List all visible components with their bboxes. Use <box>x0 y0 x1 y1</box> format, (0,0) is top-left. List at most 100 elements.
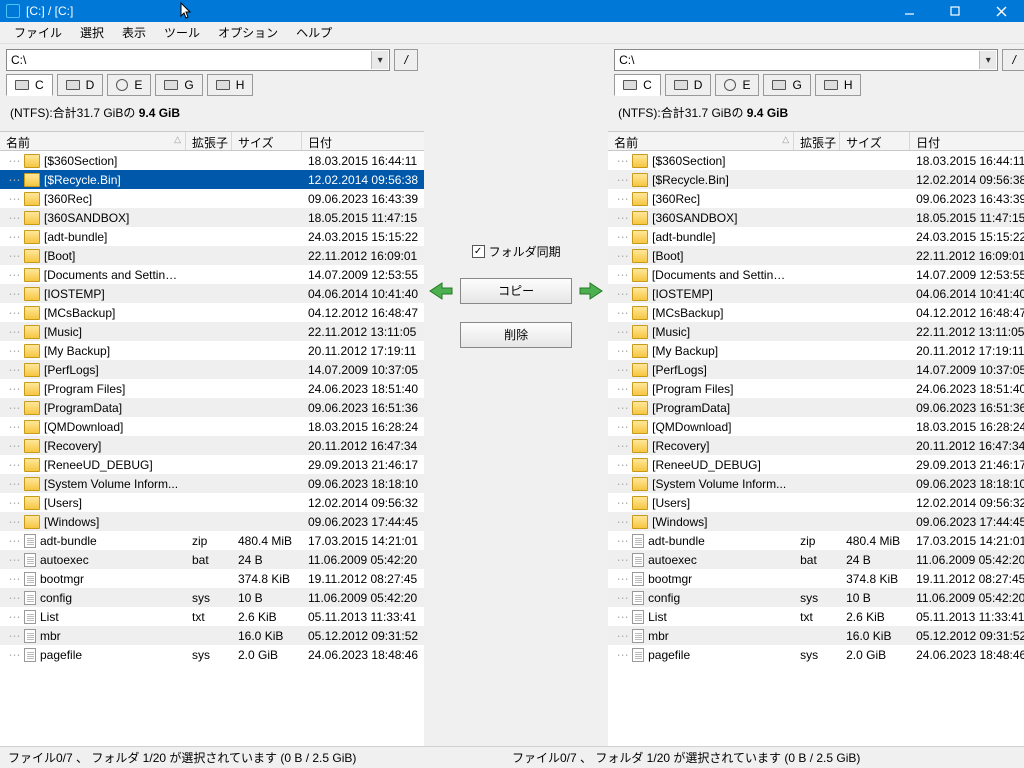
list-row[interactable]: ⋯ [Windows] 09.06.2023 17:44:45 <box>608 512 1024 531</box>
list-row[interactable]: ⋯ bootmgr 374.8 KiB 19.11.2012 08:27:45 <box>0 569 424 588</box>
list-row[interactable]: ⋯ pagefile sys 2.0 GiB 24.06.2023 18:48:… <box>0 645 424 664</box>
list-row[interactable]: ⋯ mbr 16.0 KiB 05.12.2012 09:31:52 <box>0 626 424 645</box>
list-row[interactable]: ⋯ List txt 2.6 KiB 05.11.2013 11:33:41 <box>0 607 424 626</box>
dropdown-icon[interactable]: ▾ <box>979 51 996 69</box>
list-row[interactable]: ⋯ [System Volume Inform... 09.06.2023 18… <box>608 474 1024 493</box>
col-name[interactable]: 名前△ <box>0 132 186 150</box>
list-row[interactable]: ⋯ [My Backup] 20.11.2012 17:19:11 <box>0 341 424 360</box>
list-row[interactable]: ⋯ [My Backup] 20.11.2012 17:19:11 <box>608 341 1024 360</box>
left-drive-tab-g[interactable]: G <box>155 74 202 96</box>
checkbox-icon[interactable]: ✓ <box>472 245 485 258</box>
list-row[interactable]: ⋯ adt-bundle zip 480.4 MiB 17.03.2015 14… <box>0 531 424 550</box>
list-row[interactable]: ⋯ config sys 10 B 11.06.2009 05:42:20 <box>608 588 1024 607</box>
list-row[interactable]: ⋯ [$360Section] 18.03.2015 16:44:11 <box>608 151 1024 170</box>
minimize-button[interactable] <box>886 0 932 22</box>
list-row[interactable]: ⋯ [Boot] 22.11.2012 16:09:01 <box>608 246 1024 265</box>
left-drive-tab-d[interactable]: D <box>57 74 104 96</box>
left-drive-tab-c[interactable]: C <box>6 74 53 96</box>
menu-help[interactable]: ヘルプ <box>288 22 340 43</box>
list-row[interactable]: ⋯ [360SANDBOX] 18.05.2015 11:47:15 <box>608 208 1024 227</box>
right-drive-tab-c[interactable]: C <box>614 74 661 96</box>
col-ext[interactable]: 拡張子 <box>794 132 840 150</box>
list-row[interactable]: ⋯ pagefile sys 2.0 GiB 24.06.2023 18:48:… <box>608 645 1024 664</box>
list-row[interactable]: ⋯ [Program Files] 24.06.2023 18:51:40 <box>0 379 424 398</box>
list-row[interactable]: ⋯ [360SANDBOX] 18.05.2015 11:47:15 <box>0 208 424 227</box>
folder-sync-row[interactable]: ✓ フォルダ同期 <box>472 243 561 260</box>
tree-connector-icon: ⋯ <box>614 648 630 662</box>
list-row[interactable]: ⋯ [ProgramData] 09.06.2023 16:51:36 <box>0 398 424 417</box>
left-drive-tab-e[interactable]: E <box>107 74 151 96</box>
right-path-options-button[interactable]: / <box>1002 49 1024 71</box>
list-row[interactable]: ⋯ List txt 2.6 KiB 05.11.2013 11:33:41 <box>608 607 1024 626</box>
col-date[interactable]: 日付 <box>910 132 1024 150</box>
list-row[interactable]: ⋯ [360Rec] 09.06.2023 16:43:39 <box>0 189 424 208</box>
list-row[interactable]: ⋯ [MCsBackup] 04.12.2012 16:48:47 <box>0 303 424 322</box>
list-row[interactable]: ⋯ [adt-bundle] 24.03.2015 15:15:22 <box>0 227 424 246</box>
arrow-right-icon[interactable] <box>578 281 604 301</box>
right-drive-tab-e[interactable]: E <box>715 74 759 96</box>
arrow-left-icon[interactable] <box>428 281 454 301</box>
list-row[interactable]: ⋯ [Recovery] 20.11.2012 16:47:34 <box>0 436 424 455</box>
list-row[interactable]: ⋯ [ReneeUD_DEBUG] 29.09.2013 21:46:17 <box>608 455 1024 474</box>
col-date[interactable]: 日付 <box>302 132 424 150</box>
maximize-button[interactable] <box>932 0 978 22</box>
list-row[interactable]: ⋯ [IOSTEMP] 04.06.2014 10:41:40 <box>608 284 1024 303</box>
menu-view[interactable]: 表示 <box>114 22 154 43</box>
tree-connector-icon: ⋯ <box>614 173 630 187</box>
menu-file[interactable]: ファイル <box>6 22 70 43</box>
menu-options[interactable]: オプション <box>210 22 286 43</box>
list-row[interactable]: ⋯ [Windows] 09.06.2023 17:44:45 <box>0 512 424 531</box>
list-row[interactable]: ⋯ [Music] 22.11.2012 13:11:05 <box>608 322 1024 341</box>
dropdown-icon[interactable]: ▾ <box>371 51 388 69</box>
list-row[interactable]: ⋯ [Documents and Settings] 14.07.2009 12… <box>608 265 1024 284</box>
right-drive-tab-g[interactable]: G <box>763 74 810 96</box>
col-ext[interactable]: 拡張子 <box>186 132 232 150</box>
right-column-header[interactable]: 名前△ 拡張子 サイズ 日付 <box>608 131 1024 151</box>
list-row[interactable]: ⋯ [PerfLogs] 14.07.2009 10:37:05 <box>608 360 1024 379</box>
list-row[interactable]: ⋯ [360Rec] 09.06.2023 16:43:39 <box>608 189 1024 208</box>
left-file-list[interactable]: ⋯ [$360Section] 18.03.2015 16:44:11 ⋯ [$… <box>0 151 424 746</box>
close-button[interactable] <box>978 0 1024 22</box>
list-row[interactable]: ⋯ [QMDownload] 18.03.2015 16:28:24 <box>0 417 424 436</box>
list-row[interactable]: ⋯ [Documents and Settings] 14.07.2009 12… <box>0 265 424 284</box>
left-drive-tab-h[interactable]: H <box>207 74 254 96</box>
list-row[interactable]: ⋯ [Users] 12.02.2014 09:56:32 <box>608 493 1024 512</box>
list-row[interactable]: ⋯ [Program Files] 24.06.2023 18:51:40 <box>608 379 1024 398</box>
list-row[interactable]: ⋯ [$360Section] 18.03.2015 16:44:11 <box>0 151 424 170</box>
list-row[interactable]: ⋯ [MCsBackup] 04.12.2012 16:48:47 <box>608 303 1024 322</box>
list-row[interactable]: ⋯ [ProgramData] 09.06.2023 16:51:36 <box>608 398 1024 417</box>
col-name[interactable]: 名前△ <box>608 132 794 150</box>
col-size[interactable]: サイズ <box>840 132 910 150</box>
left-path-combo[interactable]: C:\ ▾ <box>6 49 390 71</box>
list-row[interactable]: ⋯ autoexec bat 24 B 11.06.2009 05:42:20 <box>0 550 424 569</box>
list-row[interactable]: ⋯ [adt-bundle] 24.03.2015 15:15:22 <box>608 227 1024 246</box>
right-path-combo[interactable]: C:\ ▾ <box>614 49 998 71</box>
right-drive-tab-d[interactable]: D <box>665 74 712 96</box>
list-row[interactable]: ⋯ config sys 10 B 11.06.2009 05:42:20 <box>0 588 424 607</box>
list-row[interactable]: ⋯ [ReneeUD_DEBUG] 29.09.2013 21:46:17 <box>0 455 424 474</box>
list-row[interactable]: ⋯ [$Recycle.Bin] 12.02.2014 09:56:38 <box>608 170 1024 189</box>
list-row[interactable]: ⋯ [Users] 12.02.2014 09:56:32 <box>0 493 424 512</box>
list-row[interactable]: ⋯ [PerfLogs] 14.07.2009 10:37:05 <box>0 360 424 379</box>
menu-select[interactable]: 選択 <box>72 22 112 43</box>
list-row[interactable]: ⋯ [Boot] 22.11.2012 16:09:01 <box>0 246 424 265</box>
left-path-options-button[interactable]: / <box>394 49 418 71</box>
copy-button[interactable]: コピー <box>460 278 572 304</box>
list-row[interactable]: ⋯ [IOSTEMP] 04.06.2014 10:41:40 <box>0 284 424 303</box>
list-row[interactable]: ⋯ [QMDownload] 18.03.2015 16:28:24 <box>608 417 1024 436</box>
right-drive-tab-h[interactable]: H <box>815 74 862 96</box>
menu-tools[interactable]: ツール <box>156 22 208 43</box>
list-row[interactable]: ⋯ mbr 16.0 KiB 05.12.2012 09:31:52 <box>608 626 1024 645</box>
left-column-header[interactable]: 名前△ 拡張子 サイズ 日付 <box>0 131 424 151</box>
list-row[interactable]: ⋯ [System Volume Inform... 09.06.2023 18… <box>0 474 424 493</box>
col-size[interactable]: サイズ <box>232 132 302 150</box>
right-file-list[interactable]: ⋯ [$360Section] 18.03.2015 16:44:11 ⋯ [$… <box>608 151 1024 746</box>
list-row[interactable]: ⋯ autoexec bat 24 B 11.06.2009 05:42:20 <box>608 550 1024 569</box>
delete-button[interactable]: 削除 <box>460 322 572 348</box>
list-row[interactable]: ⋯ [Music] 22.11.2012 13:11:05 <box>0 322 424 341</box>
list-row[interactable]: ⋯ [Recovery] 20.11.2012 16:47:34 <box>608 436 1024 455</box>
list-row[interactable]: ⋯ adt-bundle zip 480.4 MiB 17.03.2015 14… <box>608 531 1024 550</box>
file-name: config <box>38 591 72 605</box>
list-row[interactable]: ⋯ bootmgr 374.8 KiB 19.11.2012 08:27:45 <box>608 569 1024 588</box>
list-row[interactable]: ⋯ [$Recycle.Bin] 12.02.2014 09:56:38 <box>0 170 424 189</box>
